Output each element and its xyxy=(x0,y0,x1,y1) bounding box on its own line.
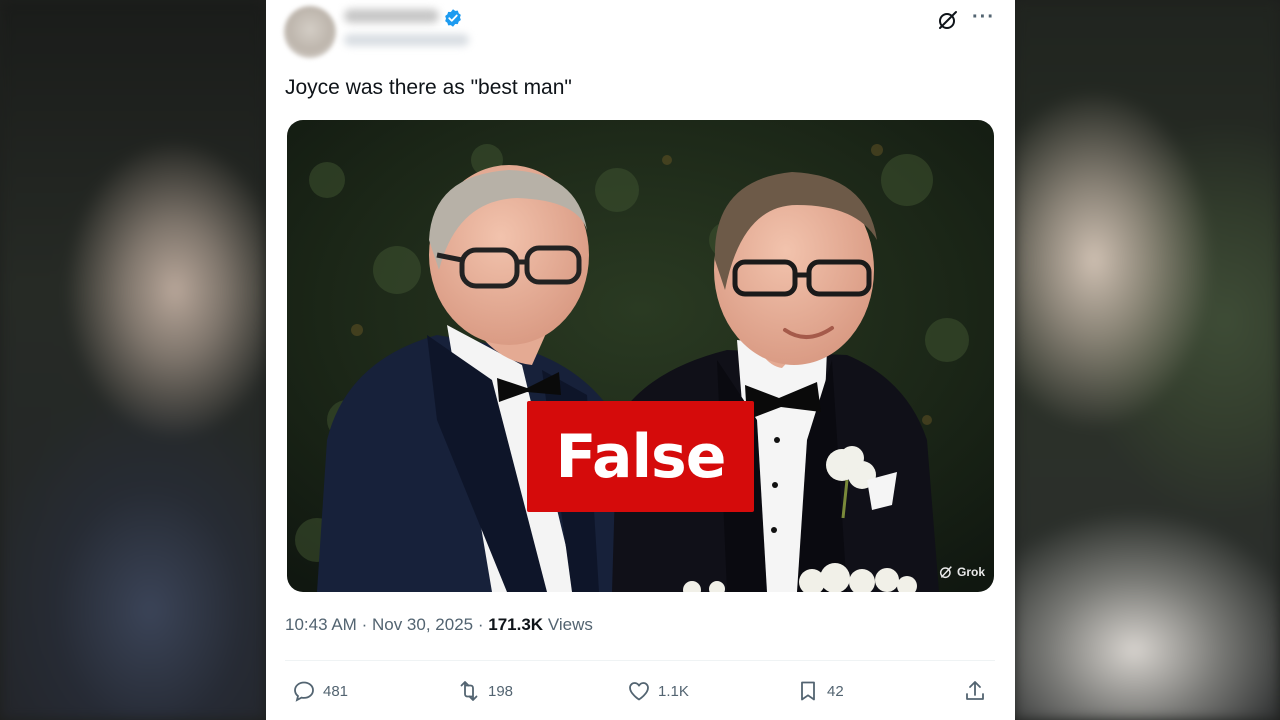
false-rating-label: False xyxy=(555,421,727,492)
reply-count: 481 xyxy=(323,682,349,700)
share-icon xyxy=(966,681,984,700)
views-label: Views xyxy=(547,615,593,634)
tweet-date[interactable]: Nov 30, 2025 xyxy=(372,615,473,634)
grok-watermark: Grok xyxy=(938,564,985,580)
display-name-redacted[interactable] xyxy=(344,9,439,23)
bookmark-count: 42 xyxy=(827,682,844,700)
reply-button[interactable]: 481 xyxy=(292,678,348,704)
more-icon[interactable]: ··· xyxy=(972,7,996,30)
like-count: 1.1K xyxy=(658,682,689,700)
repost-count: 198 xyxy=(488,682,514,700)
false-rating-badge: False xyxy=(527,401,754,512)
grok-icon[interactable] xyxy=(936,8,960,32)
avatar[interactable] xyxy=(284,6,336,58)
views-count[interactable]: 171.3K xyxy=(488,615,543,634)
like-icon xyxy=(629,682,649,701)
verified-badge-icon xyxy=(445,9,461,27)
bookmark-icon xyxy=(801,681,815,701)
handle-redacted[interactable] xyxy=(344,34,469,46)
blurred-background-right xyxy=(1014,0,1280,720)
divider xyxy=(285,660,995,661)
blurred-background-left xyxy=(0,0,266,720)
tweet-text: Joyce was there as "best man" xyxy=(285,76,572,99)
tweet-photo[interactable] xyxy=(287,120,994,592)
grok-watermark-text: Grok xyxy=(957,565,986,579)
reply-icon xyxy=(294,681,314,702)
share-button[interactable] xyxy=(963,678,987,704)
like-button[interactable]: 1.1K xyxy=(627,678,689,704)
repost-icon xyxy=(460,681,478,701)
meta-separator: · xyxy=(361,615,368,634)
grok-watermark-icon xyxy=(939,566,952,579)
tweet-time[interactable]: 10:43 AM xyxy=(285,615,357,634)
tweet-meta: 10:43 AM · Nov 30, 2025 · 171.3K Views xyxy=(285,615,593,635)
meta-separator: · xyxy=(477,615,484,634)
bookmark-button[interactable]: 42 xyxy=(796,678,844,704)
repost-button[interactable]: 198 xyxy=(457,678,513,704)
